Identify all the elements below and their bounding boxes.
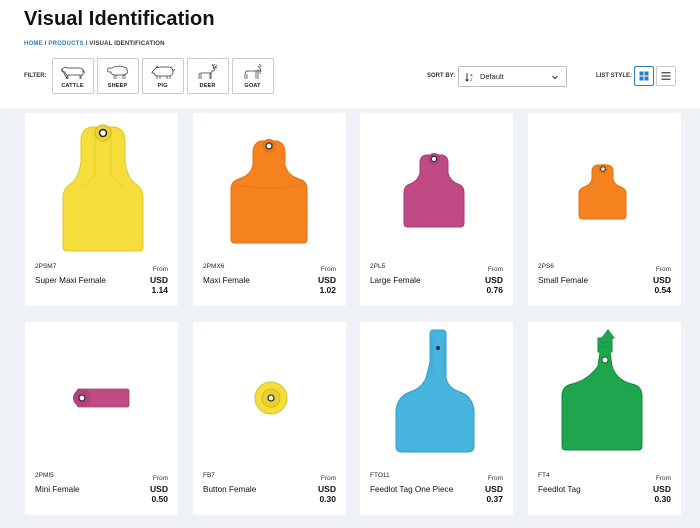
product-sku: FTO11	[370, 472, 390, 479]
svg-text:Z: Z	[470, 77, 473, 82]
product-name[interactable]: Mini Female	[35, 483, 130, 497]
product-sku: 2PMI5	[35, 472, 54, 479]
product-card[interactable]: FT4 Feedlot Tag From USD 0.30	[528, 322, 681, 515]
product-grid: 2PSM7 Super Maxi Female From USD 1.14 2P…	[0, 108, 700, 528]
product-image-ear-tag	[73, 388, 130, 408]
product-name[interactable]: Large Female	[370, 274, 465, 288]
filter-label-cattle: CATTLE	[61, 83, 84, 89]
filter-button-goat[interactable]: GOAT	[231, 58, 274, 94]
page-header: Visual Identification HOME / PRODUCTS / …	[0, 0, 700, 108]
product-name[interactable]: Feedlot Tag	[538, 483, 633, 497]
price-currency: USD	[485, 484, 503, 494]
filter-label-deer: DEER	[199, 83, 216, 89]
breadcrumb-products-link[interactable]: PRODUCTS	[48, 41, 83, 47]
sort-label: SORT BY:	[427, 73, 456, 79]
product-card[interactable]: 2PS6 Small Female From USD 0.54	[528, 113, 681, 306]
filter-bar: FILTER: CATTLE SHEEP PIG DEER GOAT	[24, 58, 277, 94]
sheep-icon	[106, 65, 128, 79]
product-name[interactable]: Button Female	[203, 483, 298, 497]
breadcrumb-current: VISUAL IDENTIFICATION	[89, 41, 165, 47]
product-sku: FT4	[538, 472, 550, 479]
price-from-label: From	[487, 266, 503, 273]
price-currency: USD	[653, 275, 671, 285]
price-from-label: From	[152, 475, 168, 482]
goat-icon	[244, 64, 262, 79]
tag-shape	[62, 126, 144, 252]
sort-az-icon: A Z	[465, 72, 473, 82]
filter-button-sheep[interactable]: SHEEP	[96, 58, 139, 94]
product-card[interactable]: 2PMX6 Maxi Female From USD 1.02	[193, 113, 346, 306]
product-price: 0.37	[486, 494, 503, 504]
product-image-ear-tag	[578, 164, 627, 220]
product-price: 1.14	[151, 285, 168, 295]
deer-icon	[198, 63, 217, 79]
filter-label-sheep: SHEEP	[107, 83, 128, 89]
product-price: 0.76	[486, 285, 503, 295]
product-image-ear-tag	[395, 329, 475, 453]
sort-dropdown[interactable]: A Z Default	[458, 66, 567, 87]
chevron-down-icon	[552, 75, 558, 80]
pig-icon	[151, 65, 175, 79]
product-sku: 2PSM7	[35, 263, 57, 270]
price-currency: USD	[653, 484, 671, 494]
sort-selected-value: Default	[480, 72, 504, 81]
grid-icon	[639, 71, 649, 81]
price-from-label: From	[487, 475, 503, 482]
page-title: Visual Identification	[24, 8, 215, 30]
product-name[interactable]: Super Maxi Female	[35, 274, 130, 288]
filter-button-pig[interactable]: PIG	[141, 58, 184, 94]
product-card[interactable]: FTO11 Feedlot Tag One Piece From USD 0.3…	[360, 322, 513, 515]
product-image-ear-tag	[254, 381, 288, 415]
price-currency: USD	[318, 484, 336, 494]
product-sku: 2PS6	[538, 263, 554, 270]
price-from-label: From	[320, 266, 336, 273]
product-price: 0.50	[151, 494, 168, 504]
filter-label-pig: PIG	[157, 83, 168, 89]
product-sku: 2PL5	[370, 263, 386, 270]
product-card[interactable]: 2PSM7 Super Maxi Female From USD 1.14	[25, 113, 178, 306]
product-sku: FB7	[203, 472, 215, 479]
product-image-ear-tag	[230, 139, 308, 244]
price-currency: USD	[150, 275, 168, 285]
grid-view-button[interactable]	[634, 66, 654, 86]
breadcrumb-home-link[interactable]: HOME	[24, 41, 43, 47]
filter-button-deer[interactable]: DEER	[186, 58, 229, 94]
price-from-label: From	[655, 266, 671, 273]
list-icon	[661, 72, 671, 80]
filter-label: FILTER:	[24, 73, 47, 79]
product-card[interactable]: 2PL5 Large Female From USD 0.76	[360, 113, 513, 306]
cattle-icon	[60, 66, 85, 80]
product-price: 0.30	[319, 494, 336, 504]
filter-label-goat: GOAT	[244, 83, 261, 89]
product-card[interactable]: FB7 Button Female From USD 0.30	[193, 322, 346, 515]
price-currency: USD	[485, 275, 503, 285]
product-price: 1.02	[319, 285, 336, 295]
price-currency: USD	[318, 275, 336, 285]
price-from-label: From	[152, 266, 168, 273]
product-price: 0.54	[654, 285, 671, 295]
price-from-label: From	[655, 475, 671, 482]
price-currency: USD	[150, 484, 168, 494]
product-name[interactable]: Feedlot Tag One Piece	[370, 483, 465, 497]
product-image-ear-tag	[561, 329, 643, 451]
product-sku: 2PMX6	[203, 263, 225, 270]
breadcrumb: HOME / PRODUCTS / VISUAL IDENTIFICATION	[24, 41, 165, 47]
product-name[interactable]: Maxi Female	[203, 274, 298, 288]
product-image-ear-tag	[403, 153, 465, 228]
price-from-label: From	[320, 475, 336, 482]
product-price: 0.30	[654, 494, 671, 504]
product-image-ear-tag	[62, 124, 144, 252]
product-card[interactable]: 2PMI5 Mini Female From USD 0.50	[25, 322, 178, 515]
filter-button-cattle[interactable]: CATTLE	[51, 58, 94, 94]
list-view-button[interactable]	[656, 66, 676, 86]
list-style-label: LIST STYLE:	[596, 73, 632, 79]
product-name[interactable]: Small Female	[538, 274, 633, 288]
